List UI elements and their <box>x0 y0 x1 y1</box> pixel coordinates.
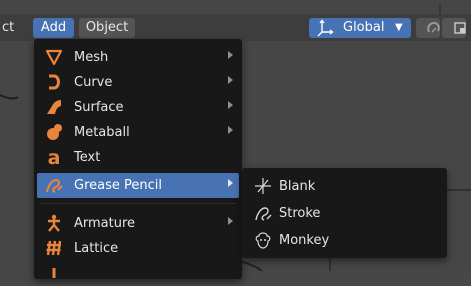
partial-icon <box>45 264 63 282</box>
menu-item-label: Grease Pencil <box>74 178 162 193</box>
menu-item-text[interactable]: a Text <box>37 145 239 170</box>
orientation-label: Global <box>343 20 385 35</box>
mesh-cone-icon <box>45 48 63 66</box>
grease-pencil-submenu: Blank Stroke Monkey <box>242 168 447 258</box>
submenu-arrow-icon <box>228 179 233 187</box>
armature-icon <box>45 214 63 232</box>
grid-icon <box>454 22 466 34</box>
menu-item-metaball[interactable]: Metaball <box>37 120 239 145</box>
submenu-item-blank[interactable]: Blank <box>246 173 443 199</box>
submenu-item-monkey[interactable]: Monkey <box>246 227 443 253</box>
submenu-arrow-icon <box>228 101 233 109</box>
submenu-item-label: Stroke <box>279 206 321 221</box>
metaball-icon <box>45 123 63 141</box>
menu-item-label: Surface <box>74 100 124 115</box>
menu-item-armature[interactable]: Armature <box>37 211 239 236</box>
menu-item-grease-pencil[interactable]: Grease Pencil <box>37 173 239 198</box>
menu-item-curve[interactable]: Curve <box>37 70 239 95</box>
grease-pencil-icon <box>45 176 63 194</box>
submenu-arrow-icon <box>228 51 233 59</box>
monkey-icon <box>254 231 272 249</box>
surface-icon <box>45 98 63 116</box>
select-menu-partial[interactable]: ct <box>0 18 20 38</box>
submenu-item-stroke[interactable]: Stroke <box>246 200 443 226</box>
submenu-arrow-icon <box>228 76 233 84</box>
menu-item-label: Mesh <box>74 50 109 65</box>
menu-item-lattice[interactable]: Lattice <box>37 236 239 261</box>
snap-toggle-button[interactable] <box>416 18 440 38</box>
menu-item-label: Armature <box>74 216 136 231</box>
menu-item-label: Curve <box>74 75 113 90</box>
menu-item-surface[interactable]: Surface <box>37 95 239 120</box>
add-menu-dropdown: Mesh Curve Surface Metaball a Text Greas… <box>34 39 242 279</box>
stroke-icon <box>254 204 272 222</box>
menu-item-mesh[interactable]: Mesh <box>37 45 239 70</box>
menu-separator <box>40 203 236 204</box>
chevron-down-icon: ▼ <box>395 22 403 33</box>
text-icon: a <box>45 147 63 169</box>
lattice-icon <box>45 239 63 257</box>
svg-text:a: a <box>48 148 61 166</box>
snap-element-button[interactable] <box>442 18 466 38</box>
submenu-item-label: Monkey <box>279 233 330 248</box>
transform-orientation-dropdown[interactable]: Global ▼ <box>309 18 411 38</box>
blank-icon <box>254 177 272 195</box>
submenu-item-label: Blank <box>279 179 316 194</box>
menu-item-label: Text <box>74 150 101 165</box>
menu-item-label: Metaball <box>74 125 130 140</box>
object-menu-button[interactable]: Object <box>79 18 135 38</box>
submenu-arrow-icon <box>228 126 233 134</box>
submenu-arrow-icon <box>228 217 233 225</box>
curve-icon <box>45 73 63 91</box>
add-menu-button[interactable]: Add <box>33 18 74 38</box>
menu-item-cutoff <box>37 261 239 286</box>
transform-axis-icon <box>316 19 334 37</box>
menu-item-label: Lattice <box>74 241 119 256</box>
